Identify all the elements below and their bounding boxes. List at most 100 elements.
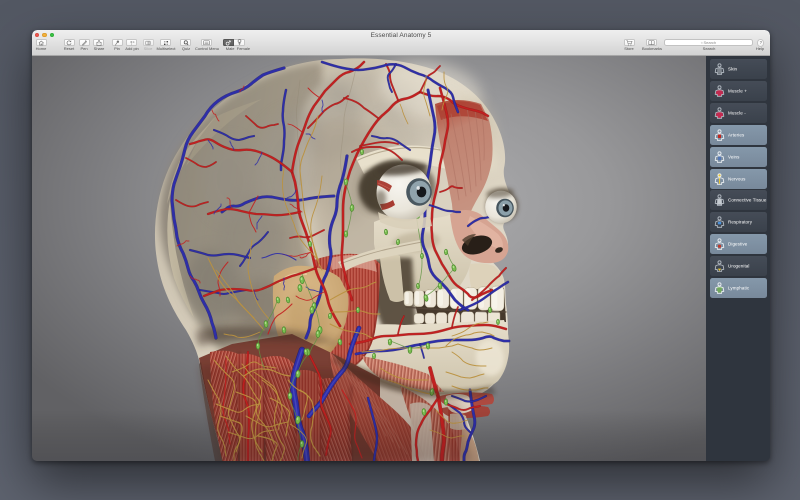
system-label: Arteries <box>728 132 744 137</box>
pen-button[interactable] <box>79 39 90 46</box>
sidebar-item-connective-tissue[interactable]: Connective Tissue <box>710 190 767 210</box>
toolbar-item-help: ?Help <box>757 39 765 47</box>
sidebar-item-nervous[interactable]: Nervous <box>710 169 767 189</box>
svg-text:?: ? <box>759 40 762 45</box>
search-placeholder: Search <box>704 40 717 45</box>
add-pin-button[interactable] <box>126 39 137 46</box>
slice-icon <box>145 40 151 46</box>
system-label: Respiratory <box>728 220 752 225</box>
search-input[interactable]: Search <box>664 39 753 46</box>
home-button[interactable] <box>36 39 47 46</box>
system-label: Veins <box>728 154 740 159</box>
pin-label: Pin <box>114 47 120 51</box>
female-label: Female <box>237 47 243 51</box>
add-pin-label: Add pin <box>125 47 139 51</box>
sidebar-item-arteries[interactable]: Arteries <box>710 125 767 145</box>
toolbar-item-reset: Reset <box>64 39 75 46</box>
toolbar-item-bookmarks: Bookmarks <box>646 39 657 46</box>
help-button[interactable]: ? <box>757 39 765 47</box>
toolbar-item-pen: Pen <box>79 39 90 46</box>
toolbar-item-share: Share <box>93 39 104 46</box>
help-icon: ? <box>758 40 764 46</box>
add-pin-icon <box>129 40 135 46</box>
app-window: Essential Anatomy 5 HomeResetPenSharePin… <box>32 30 770 461</box>
person-arteries-icon <box>710 129 725 141</box>
bookmarks-label: Bookmarks <box>641 47 661 51</box>
multiselect-button[interactable] <box>160 39 171 46</box>
control-menu-button[interactable] <box>201 39 212 46</box>
window-content: Skin Muscle + Muscle - Arteries Veins Nervous… <box>32 56 770 461</box>
sidebar-item-muscle-minus[interactable]: Muscle - <box>710 103 767 123</box>
pin-button[interactable] <box>112 39 123 46</box>
sidebar-item-lymphatic[interactable]: Lymphatic <box>710 278 767 298</box>
person-connective-icon <box>710 194 725 206</box>
toolbar-item-search: SearchSearch <box>664 39 753 46</box>
system-label: Muscle - <box>728 110 746 115</box>
anatomy-3d-model <box>32 56 706 461</box>
toolbar-item-store: Store <box>624 39 635 46</box>
multiselect-label: Multiselect <box>156 47 175 51</box>
toolbar-item-add-pin: Add pin <box>126 39 137 46</box>
system-label: Digestive <box>728 242 747 247</box>
pen-label: Pen <box>81 47 88 51</box>
sidebar-item-digestive[interactable]: Digestive <box>710 234 767 254</box>
toolbar: HomeResetPenSharePinAdd pinSliceMultisel… <box>32 39 770 56</box>
window-header: Essential Anatomy 5 HomeResetPenSharePin… <box>32 30 770 56</box>
system-label: Nervous <box>728 176 745 181</box>
system-label: Urogenital <box>728 264 750 269</box>
home-label: Home <box>36 47 47 51</box>
multiselect-icon <box>163 40 169 46</box>
toolbar-item-quiz: Quiz <box>180 39 191 46</box>
help-label: Help <box>756 47 764 51</box>
store-icon <box>626 40 633 46</box>
share-button[interactable] <box>93 39 104 46</box>
toolbar-item-control-menu: Control Menu <box>201 39 212 46</box>
gender-segmented-control: Male Female <box>223 39 245 55</box>
sidebar-item-respiratory[interactable]: Respiratory <box>710 212 767 232</box>
person-urogenital-icon <box>710 260 725 272</box>
slice-label: Slice <box>144 47 153 51</box>
pen-icon <box>81 40 87 46</box>
female-icon <box>237 39 242 46</box>
reset-label: Reset <box>64 47 74 51</box>
person-skin-icon <box>710 63 725 75</box>
person-lymphatic-icon <box>710 282 725 294</box>
bookmarks-button[interactable] <box>646 39 657 46</box>
male-button[interactable] <box>223 39 234 46</box>
share-icon <box>96 40 102 46</box>
male-label: Male <box>226 47 232 51</box>
reset-icon <box>66 40 72 46</box>
control-menu-label: Control Menu <box>195 47 219 51</box>
quiz-icon <box>183 40 189 46</box>
sidebar-item-skin[interactable]: Skin <box>710 59 767 79</box>
person-muscle-icon <box>710 85 725 97</box>
system-label: Lymphatic <box>728 286 749 291</box>
person-muscle-icon <box>710 107 725 119</box>
store-button[interactable] <box>624 39 635 46</box>
toolbar-item-multiselect: Multiselect <box>160 39 171 46</box>
sidebar-item-urogenital[interactable]: Urogenital <box>710 256 767 276</box>
pin-icon <box>114 40 120 46</box>
toolbar-item-pin: Pin <box>112 39 123 46</box>
bookmarks-icon <box>648 40 655 46</box>
person-digestive-icon <box>710 238 725 250</box>
desktop-background: Essential Anatomy 5 HomeResetPenSharePin… <box>0 0 800 500</box>
system-label: Skin <box>728 67 737 72</box>
control-menu-icon <box>203 40 210 46</box>
sidebar-item-muscle-plus[interactable]: Muscle + <box>710 81 767 101</box>
male-icon <box>225 40 232 46</box>
quiz-button[interactable] <box>180 39 191 46</box>
reset-button[interactable] <box>64 39 75 46</box>
home-icon <box>38 40 45 46</box>
female-button[interactable] <box>234 39 245 46</box>
anatomy-viewport[interactable] <box>32 56 706 461</box>
store-label: Store <box>625 47 635 51</box>
systems-sidebar: Skin Muscle + Muscle - Arteries Veins Nervous… <box>706 56 770 461</box>
person-veins-icon <box>710 151 725 163</box>
system-label: Muscle + <box>728 88 747 93</box>
search-label: Search <box>702 47 715 51</box>
slice-button[interactable] <box>143 39 154 46</box>
sidebar-item-veins[interactable]: Veins <box>710 147 767 167</box>
person-respiratory-icon <box>710 216 725 228</box>
person-nervous-icon <box>710 173 725 185</box>
